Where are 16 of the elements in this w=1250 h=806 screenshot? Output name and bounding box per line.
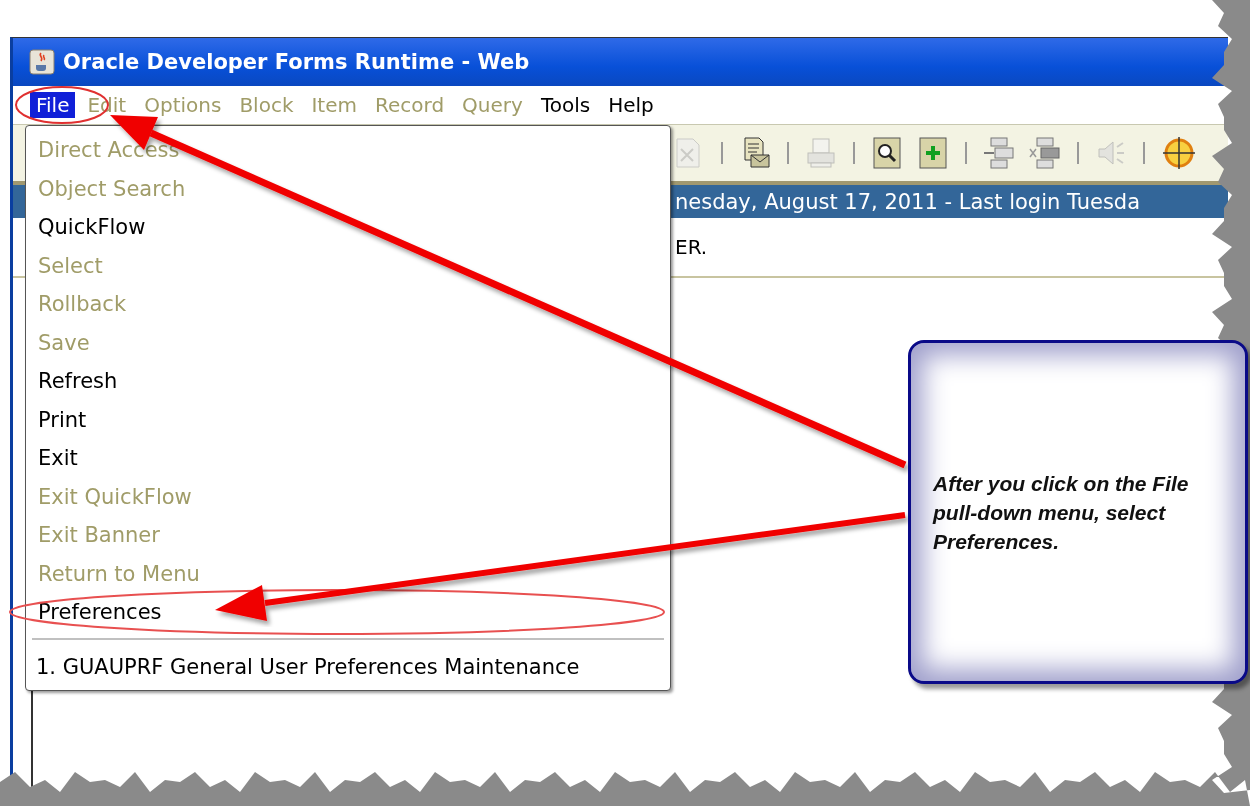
menu-item[interactable]: 1. GUAUPRF General User Preferences Maintenance (26, 647, 670, 686)
menu-item[interactable]: QuickFlow (26, 208, 670, 247)
cup-icon (29, 49, 55, 75)
menu-item[interactable]: Exit (26, 439, 670, 478)
menu-item[interactable]: Print (26, 400, 670, 439)
window-title: Oracle Developer Forms Runtime - Web (63, 50, 530, 74)
blocks-icon[interactable] (981, 135, 1017, 171)
banner-text: nesday, August 17, 2011 - Last login Tuesda (675, 189, 1140, 214)
menu-item[interactable]: Preferences (26, 593, 670, 632)
blocks-icon[interactable] (1027, 135, 1063, 171)
menu-item[interactable]: Refresh (26, 362, 670, 401)
menu-item[interactable]: Help (602, 92, 660, 118)
message-text: ER. (675, 235, 708, 259)
menu-item[interactable]: File (30, 92, 76, 118)
menu-item[interactable]: Tools (534, 92, 597, 118)
callout-text: After you click on the File pull-down menu, select Preferences. (933, 470, 1190, 555)
